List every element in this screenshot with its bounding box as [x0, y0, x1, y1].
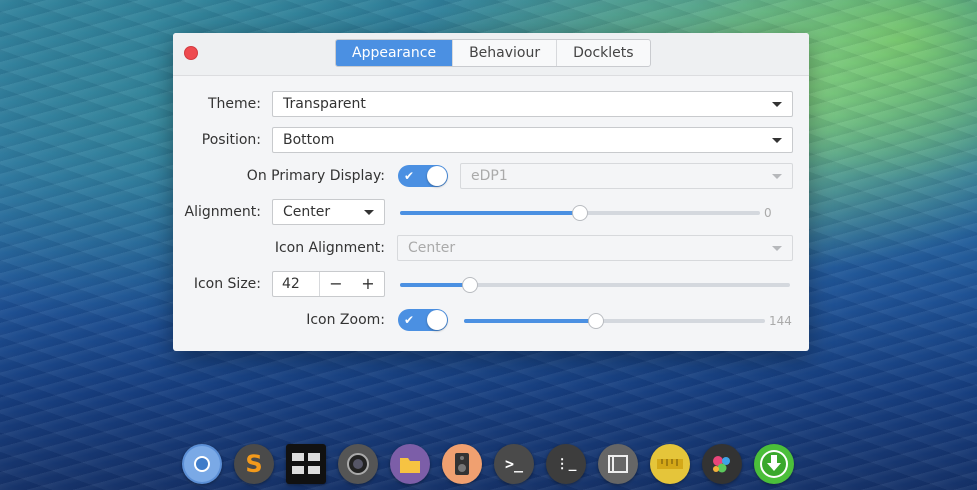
camera-icon[interactable]	[338, 444, 378, 484]
switch-knob	[427, 166, 447, 186]
icon-alignment-label: Icon Alignment:	[274, 240, 385, 256]
files-icon[interactable]	[390, 444, 430, 484]
icon-size-label: Icon Size:	[193, 276, 261, 292]
slider-fill	[400, 283, 471, 287]
slider-fill	[400, 211, 580, 215]
icon-zoom-value: 144	[769, 314, 792, 328]
terminal-icon[interactable]: >_	[494, 444, 534, 484]
settings-gears-icon[interactable]	[702, 444, 742, 484]
offset-value: 0	[764, 206, 772, 220]
theme-dropdown[interactable]: Transparent	[272, 91, 793, 117]
ruler-icon[interactable]	[650, 444, 690, 484]
dropdown-arrow-icon	[772, 102, 782, 107]
dropdown-arrow-icon	[772, 174, 782, 179]
display-dropdown: eDP1	[460, 163, 793, 189]
icon-size-spinner: 42 − +	[272, 271, 385, 297]
increment-button[interactable]: +	[352, 272, 384, 296]
icon-zoom-switch[interactable]: ✔	[398, 309, 448, 331]
slider-handle[interactable]	[588, 313, 605, 329]
tab-docklets[interactable]: Docklets	[556, 40, 649, 66]
close-button[interactable]	[184, 46, 198, 60]
icon-zoom-slider[interactable]	[464, 312, 765, 329]
position-value: Bottom	[283, 132, 335, 148]
position-label: Position:	[201, 132, 261, 148]
terminal-alt-icon[interactable]: ⋮_	[546, 444, 586, 484]
title-bar: Appearance Behaviour Docklets	[173, 33, 809, 76]
workspace-switcher-icon[interactable]	[286, 444, 326, 484]
icon-zoom-label: Icon Zoom:	[306, 312, 385, 328]
icon-size-input[interactable]: 42	[273, 272, 320, 296]
tab-bar: Appearance Behaviour Docklets	[335, 39, 651, 67]
dropdown-arrow-icon	[772, 246, 782, 251]
check-icon: ✔	[404, 313, 415, 327]
primary-display-switch[interactable]: ✔	[398, 165, 448, 187]
alignment-label: Alignment:	[184, 204, 261, 220]
dock: S >_ ⋮_	[0, 440, 977, 488]
display-value: eDP1	[471, 168, 508, 184]
switch-knob	[427, 310, 447, 330]
icon-size-slider[interactable]	[400, 276, 790, 293]
position-dropdown[interactable]: Bottom	[272, 127, 793, 153]
slider-handle[interactable]	[462, 277, 479, 293]
alignment-value: Center	[283, 204, 331, 220]
icon-alignment-dropdown: Center	[397, 235, 793, 261]
sublime-text-icon[interactable]: S	[234, 444, 274, 484]
slider-fill	[464, 319, 597, 323]
plank-preferences-window: Appearance Behaviour Docklets Theme: Tra…	[173, 33, 809, 351]
decrement-button[interactable]: −	[320, 272, 352, 296]
theme-value: Transparent	[283, 96, 366, 112]
window-icon[interactable]	[598, 444, 638, 484]
alignment-dropdown[interactable]: Center	[272, 199, 385, 225]
speaker-icon[interactable]	[442, 444, 482, 484]
dropdown-arrow-icon	[772, 138, 782, 143]
check-icon: ✔	[404, 169, 415, 183]
dropdown-arrow-icon	[364, 210, 374, 215]
icon-alignment-value: Center	[408, 240, 456, 256]
chromium-icon[interactable]	[182, 444, 222, 484]
offset-slider[interactable]	[400, 204, 760, 221]
theme-label: Theme:	[207, 96, 261, 112]
slider-handle[interactable]	[572, 205, 588, 221]
tab-appearance[interactable]: Appearance	[336, 40, 453, 66]
download-icon[interactable]	[754, 444, 794, 484]
tab-behaviour[interactable]: Behaviour	[452, 40, 556, 66]
primary-display-label: On Primary Display:	[246, 168, 385, 184]
